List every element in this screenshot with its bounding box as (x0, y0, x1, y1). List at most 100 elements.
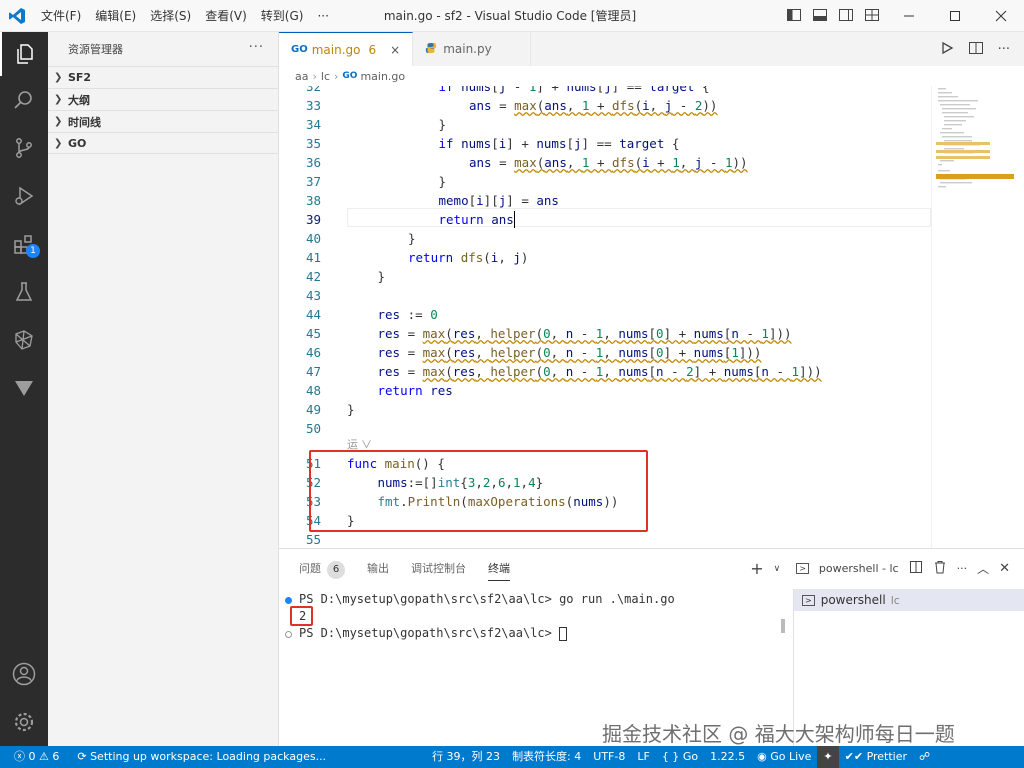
go-live-button[interactable]: ◉ Go Live (751, 746, 817, 768)
section-sf2[interactable]: ❯ SF2 (48, 66, 278, 88)
vscode-logo-icon (0, 0, 34, 32)
split-terminal-icon[interactable] (909, 560, 923, 577)
sidebar-header: 资源管理器 ··· (48, 32, 278, 66)
chevron-right-icon: ❯ (54, 137, 63, 149)
code-line[interactable]: 40} (279, 229, 931, 248)
code-line[interactable]: 43 (279, 286, 931, 305)
more-actions-icon[interactable]: ··· (998, 42, 1010, 57)
code-line[interactable]: 46 res = max(res, helper(0, n - 1, nums[0… (279, 343, 931, 362)
tab-terminal[interactable]: 终端 (488, 549, 510, 589)
cursor-position[interactable]: 行 39，列 23 (426, 746, 506, 768)
code-line[interactable]: 39 return ans (279, 210, 931, 229)
testing-icon[interactable] (0, 270, 48, 314)
menu-edit[interactable]: 编辑(E) (88, 0, 143, 32)
toggle-sidebar-icon[interactable] (786, 7, 802, 26)
code-line[interactable]: 34} (279, 115, 931, 134)
problems-status[interactable]: ⓧ 0 ⚠ 6 (8, 746, 65, 768)
run-file-icon[interactable] (940, 41, 954, 58)
prettier-status[interactable]: ✔✔ Prettier (839, 746, 913, 768)
line-number: 49 (305, 402, 321, 417)
line-number: 47 (305, 364, 321, 379)
breadcrumb-main-go[interactable]: main.go (360, 70, 405, 83)
tab-debug-console[interactable]: 调试控制台 (411, 549, 466, 589)
chevron-right-icon: ❯ (54, 94, 63, 105)
chevron-right-icon: ❯ (54, 72, 63, 83)
more-actions-icon[interactable]: ··· (957, 562, 968, 575)
code-line[interactable]: 35 if nums[i] + nums[j] == target { (279, 134, 931, 153)
split-editor-icon[interactable] (968, 40, 984, 59)
tab-output[interactable]: 输出 (367, 549, 389, 589)
customize-layout-icon[interactable] (864, 7, 880, 26)
maximize-icon[interactable] (932, 0, 978, 32)
feedback-icon[interactable]: ☍ (913, 746, 936, 768)
menu-more[interactable]: ··· (310, 0, 335, 32)
section-outline[interactable]: ❯ 大纲 (48, 88, 278, 110)
code-line[interactable]: 36 ans = max(ans, 1 + dfs(i + 1, j - 1)) (279, 153, 931, 172)
run-debug-icon[interactable] (0, 174, 48, 218)
toggle-secondary-sidebar-icon[interactable] (838, 7, 854, 26)
remote-explorer-icon[interactable] (0, 318, 48, 362)
code-line[interactable]: 49} (279, 400, 931, 419)
breadcrumb-lc[interactable]: lc (321, 70, 330, 83)
text-caret (513, 211, 515, 228)
terminal-name[interactable]: powershell - lc (819, 562, 899, 575)
go-version[interactable]: 1.22.5 (704, 746, 751, 768)
code-text: res = max(res, helper(0, n - 1, nums[n -… (377, 364, 822, 379)
language-mode[interactable]: { } Go (656, 746, 704, 768)
menu-file[interactable]: 文件(F) (34, 0, 88, 32)
tab-main-go[interactable]: GO main.go 6 × (279, 32, 414, 66)
settings-gear-icon[interactable] (0, 700, 48, 744)
encoding[interactable]: UTF-8 (587, 746, 631, 768)
code-line[interactable]: 33 ans = max(ans, 1 + dfs(i, j - 2)) (279, 96, 931, 115)
tab-main-py[interactable]: main.py (413, 32, 532, 66)
section-timeline[interactable]: ❯ 时间线 (48, 110, 278, 132)
workspace-status[interactable]: ⟳ Setting up workspace: Loading packages… (71, 746, 332, 768)
source-control-icon[interactable] (0, 126, 48, 170)
code-line[interactable]: 55 (279, 530, 931, 548)
menu-view[interactable]: 查看(V) (198, 0, 254, 32)
filter-icon[interactable] (0, 366, 48, 410)
code-line[interactable]: 48 return res (279, 381, 931, 400)
extensions-icon[interactable]: 1 (0, 222, 48, 266)
line-ending[interactable]: LF (631, 746, 655, 768)
search-icon[interactable] (0, 78, 48, 122)
toggle-panel-icon[interactable] (812, 7, 828, 26)
code-line[interactable]: 44 res := 0 (279, 305, 931, 324)
minimize-icon[interactable] (886, 0, 932, 32)
terminal-list-item[interactable]: > powershell lc (794, 589, 1024, 611)
close-window-icon[interactable] (978, 0, 1024, 32)
tab-problems[interactable]: 问题 6 (299, 549, 345, 589)
code-line[interactable]: 50 (279, 419, 931, 438)
code-line[interactable]: 47 res = max(res, helper(0, n - 1, nums[n… (279, 362, 931, 381)
section-go[interactable]: ❯ GO (48, 132, 278, 154)
code-line[interactable]: 37} (279, 172, 931, 191)
code-line[interactable]: 42} (279, 267, 931, 286)
extension-status-icon[interactable]: ✦ (817, 746, 839, 768)
chevron-down-icon[interactable]: ∨ (774, 564, 781, 574)
trash-icon[interactable] (933, 560, 947, 577)
menu-bar: 文件(F) 编辑(E) 选择(S) 查看(V) 转到(G) ··· (34, 0, 336, 32)
close-panel-icon[interactable]: ✕ (999, 561, 1010, 576)
tab-size[interactable]: 制表符长度: 4 (506, 746, 587, 768)
account-icon[interactable] (0, 652, 48, 696)
maximize-panel-icon[interactable]: ︿ (977, 560, 989, 577)
title-bar: 文件(F) 编辑(E) 选择(S) 查看(V) 转到(G) ··· main.g… (0, 0, 1024, 32)
terminal-scrollbar[interactable] (781, 619, 785, 633)
code-line[interactable]: 38 memo[i][j] = ans (279, 191, 931, 210)
code-line[interactable]: 41 return dfs(i, j) (279, 248, 931, 267)
new-terminal-icon[interactable]: + (750, 559, 763, 578)
menu-selection[interactable]: 选择(S) (143, 0, 198, 32)
code-line[interactable]: 32 if nums[j - 1] + nums[j] == target { (279, 86, 931, 96)
terminal-icon: > (802, 594, 815, 606)
minimap[interactable] (931, 86, 1024, 548)
line-number: 34 (305, 117, 321, 132)
line-number: 44 (305, 307, 321, 322)
explorer-icon[interactable] (0, 32, 48, 76)
breadcrumb-aa[interactable]: aa (295, 70, 308, 83)
menu-go[interactable]: 转到(G) (254, 0, 311, 32)
code-text: res = max(res, helper(0, n - 1, nums[0] … (377, 345, 762, 360)
sidebar-more-icon[interactable]: ··· (249, 40, 264, 55)
close-tab-icon[interactable]: × (390, 43, 400, 57)
terminal-cursor (559, 626, 568, 641)
code-line[interactable]: 45 res = max(res, helper(0, n - 1, nums[0… (279, 324, 931, 343)
